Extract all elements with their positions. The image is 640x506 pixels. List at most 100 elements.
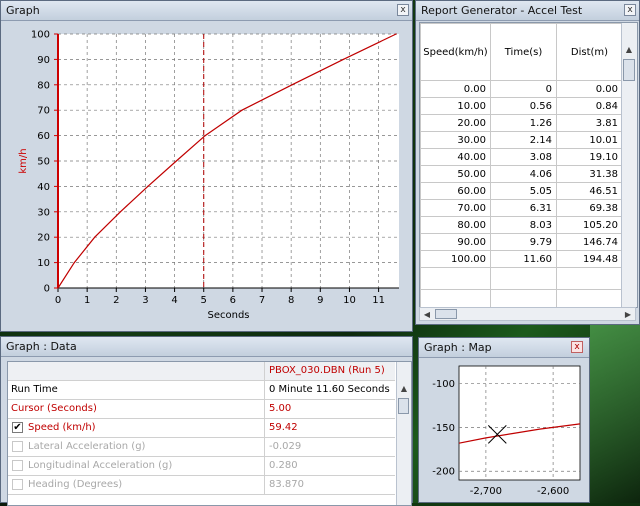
graph-map-window: Graph : Map x -100 -150 -200 -2,700 -2,600 xyxy=(418,337,590,503)
empty-row xyxy=(420,289,623,307)
table-row[interactable]: 100.00 11.60 194.48 xyxy=(420,250,623,268)
table-cell: 11.60 xyxy=(490,250,557,268)
data-vertical-scrollbar[interactable]: ▲ xyxy=(396,362,411,505)
speed-data-point xyxy=(175,160,177,162)
column-header[interactable]: Speed(km/h) xyxy=(420,23,491,81)
y-tick-label: 10 xyxy=(37,258,50,269)
report-titlebar[interactable]: Report Generator - Accel Test x xyxy=(416,1,639,21)
data-row[interactable]: Heading (Degrees) 83.870 xyxy=(8,476,395,495)
data-row[interactable]: Cursor (Seconds) 5.00 xyxy=(8,400,395,419)
table-cell: 146.74 xyxy=(556,233,623,251)
speed-data-point xyxy=(204,135,206,137)
y-axis-label: km/h xyxy=(18,148,29,173)
report-table-area: Speed(km/h) Time(s) Dist(m) 0.00 0 0.00 10.00… xyxy=(419,22,638,308)
report-vscroll-thumb[interactable] xyxy=(623,59,635,81)
table-cell: 90.00 xyxy=(420,233,491,251)
series-checkbox[interactable] xyxy=(12,479,23,490)
scroll-right-icon[interactable]: ▶ xyxy=(621,308,635,321)
column-header[interactable]: Time(s) xyxy=(490,23,557,81)
data-row-label: Run Time xyxy=(11,384,58,395)
x-tick-label: 6 xyxy=(230,295,236,306)
table-cell: 0.84 xyxy=(556,97,623,115)
graph-titlebar[interactable]: Graph x xyxy=(1,1,412,21)
series-checkbox[interactable] xyxy=(12,441,23,452)
table-cell: 70.00 xyxy=(420,199,491,217)
table-row[interactable]: 40.00 3.08 19.10 xyxy=(420,148,623,166)
table-row[interactable]: 10.00 0.56 0.84 xyxy=(420,97,623,115)
report-horizontal-scrollbar[interactable]: ◀ ▶ xyxy=(419,307,636,321)
y-tick-label: 100 xyxy=(31,30,50,41)
speed-data-point xyxy=(147,185,149,187)
data-header-row: PBOX_030.DBN (Run 5) xyxy=(8,362,395,381)
x-tick-label: 11 xyxy=(372,295,385,306)
desktop-background xyxy=(590,300,640,503)
table-cell: 105.20 xyxy=(556,216,623,234)
series-checkbox[interactable] xyxy=(12,460,23,471)
map-close-icon[interactable]: x xyxy=(571,341,583,353)
speed-data-point xyxy=(291,84,293,86)
table-cell: 60.00 xyxy=(420,182,491,200)
x-tick-label: 8 xyxy=(288,295,294,306)
data-row[interactable]: Lateral Acceleration (g) -0.029 xyxy=(8,438,395,457)
y-tick-label: 80 xyxy=(37,80,50,91)
table-row[interactable]: 30.00 2.14 10.01 xyxy=(420,131,623,149)
data-row-value: 0 Minute 11.60 Seconds xyxy=(269,384,390,395)
table-cell: 4.06 xyxy=(490,165,557,183)
scroll-up-icon[interactable]: ▲ xyxy=(397,382,411,395)
data-row-value: 83.870 xyxy=(269,479,304,490)
table-row[interactable]: 0.00 0 0.00 xyxy=(420,80,623,98)
data-row[interactable]: ✔ Speed (km/h) 59.42 xyxy=(8,419,395,438)
data-row[interactable]: Longitudinal Acceleration (g) 0.280 xyxy=(8,457,395,476)
map-titlebar[interactable]: Graph : Map x xyxy=(419,338,589,358)
table-row[interactable]: 50.00 4.06 31.38 xyxy=(420,165,623,183)
report-close-icon[interactable]: x xyxy=(624,4,636,16)
y-tick-label: 70 xyxy=(37,106,50,117)
table-row[interactable]: 90.00 9.79 146.74 xyxy=(420,233,623,251)
y-tick-label: 60 xyxy=(37,131,50,142)
speed-time-chart[interactable]: 0 10 20 30 40 50 60 70 80 90 100 0 1 2 3 4 5 6 7 8 9 10 11 Seco… xyxy=(4,21,410,329)
data-titlebar[interactable]: Graph : Data xyxy=(1,337,412,357)
table-cell: 3.81 xyxy=(556,114,623,132)
x-tick-label: 7 xyxy=(259,295,265,306)
y-tick-label: 40 xyxy=(37,182,50,193)
x-tick-label: 9 xyxy=(317,295,323,306)
data-vscroll-thumb[interactable] xyxy=(398,398,409,414)
table-row[interactable]: 80.00 8.03 105.20 xyxy=(420,216,623,234)
speed-data-point xyxy=(395,33,397,35)
report-generator-window: Report Generator - Accel Test x Speed(km… xyxy=(415,0,640,325)
table-row[interactable]: 60.00 5.05 46.51 xyxy=(420,182,623,200)
map-plot-area xyxy=(458,365,581,481)
map-chart[interactable]: -100 -150 -200 -2,700 -2,600 xyxy=(422,358,588,504)
table-row[interactable]: 70.00 6.31 69.38 xyxy=(420,199,623,217)
table-cell: 0.00 xyxy=(420,80,491,98)
table-cell: 10.01 xyxy=(556,131,623,149)
table-row[interactable]: 20.00 1.26 3.81 xyxy=(420,114,623,132)
data-row-value: -0.029 xyxy=(269,441,302,452)
table-cell: 5.05 xyxy=(490,182,557,200)
table-cell: 0.56 xyxy=(490,97,557,115)
graph-close-icon[interactable]: x xyxy=(397,4,409,16)
graph-data-window: Graph : Data PBOX_030.DBN (Run 5) Run Ti… xyxy=(0,336,413,506)
scroll-up-icon[interactable]: ▲ xyxy=(622,43,636,56)
report-hscroll-thumb[interactable] xyxy=(435,309,457,319)
column-header[interactable]: Dist(m) xyxy=(556,23,623,81)
data-row-label: Lateral Acceleration (g) xyxy=(28,441,146,452)
scroll-left-icon[interactable]: ◀ xyxy=(420,308,434,321)
speed-data-point xyxy=(94,236,96,238)
data-row-value: 59.42 xyxy=(269,422,298,433)
data-title: Graph : Data xyxy=(6,340,77,353)
x-tick-label: 5 xyxy=(201,295,207,306)
table-cell: 10.00 xyxy=(420,97,491,115)
series-checkbox[interactable]: ✔ xyxy=(12,422,23,433)
table-cell: 8.03 xyxy=(490,216,557,234)
table-cell: 46.51 xyxy=(556,182,623,200)
data-row[interactable]: Run Time 0 Minute 11.60 Seconds xyxy=(8,381,395,400)
table-cell: 40.00 xyxy=(420,148,491,166)
report-vertical-scrollbar[interactable]: ▲ xyxy=(621,23,637,307)
data-row-label: Speed (km/h) xyxy=(28,422,96,433)
data-row-value: 0.280 xyxy=(269,460,298,471)
x-tick-label: 10 xyxy=(343,295,356,306)
table-cell: 1.26 xyxy=(490,114,557,132)
map-y-tick-label: -100 xyxy=(432,379,455,390)
x-tick-label: 4 xyxy=(171,295,177,306)
